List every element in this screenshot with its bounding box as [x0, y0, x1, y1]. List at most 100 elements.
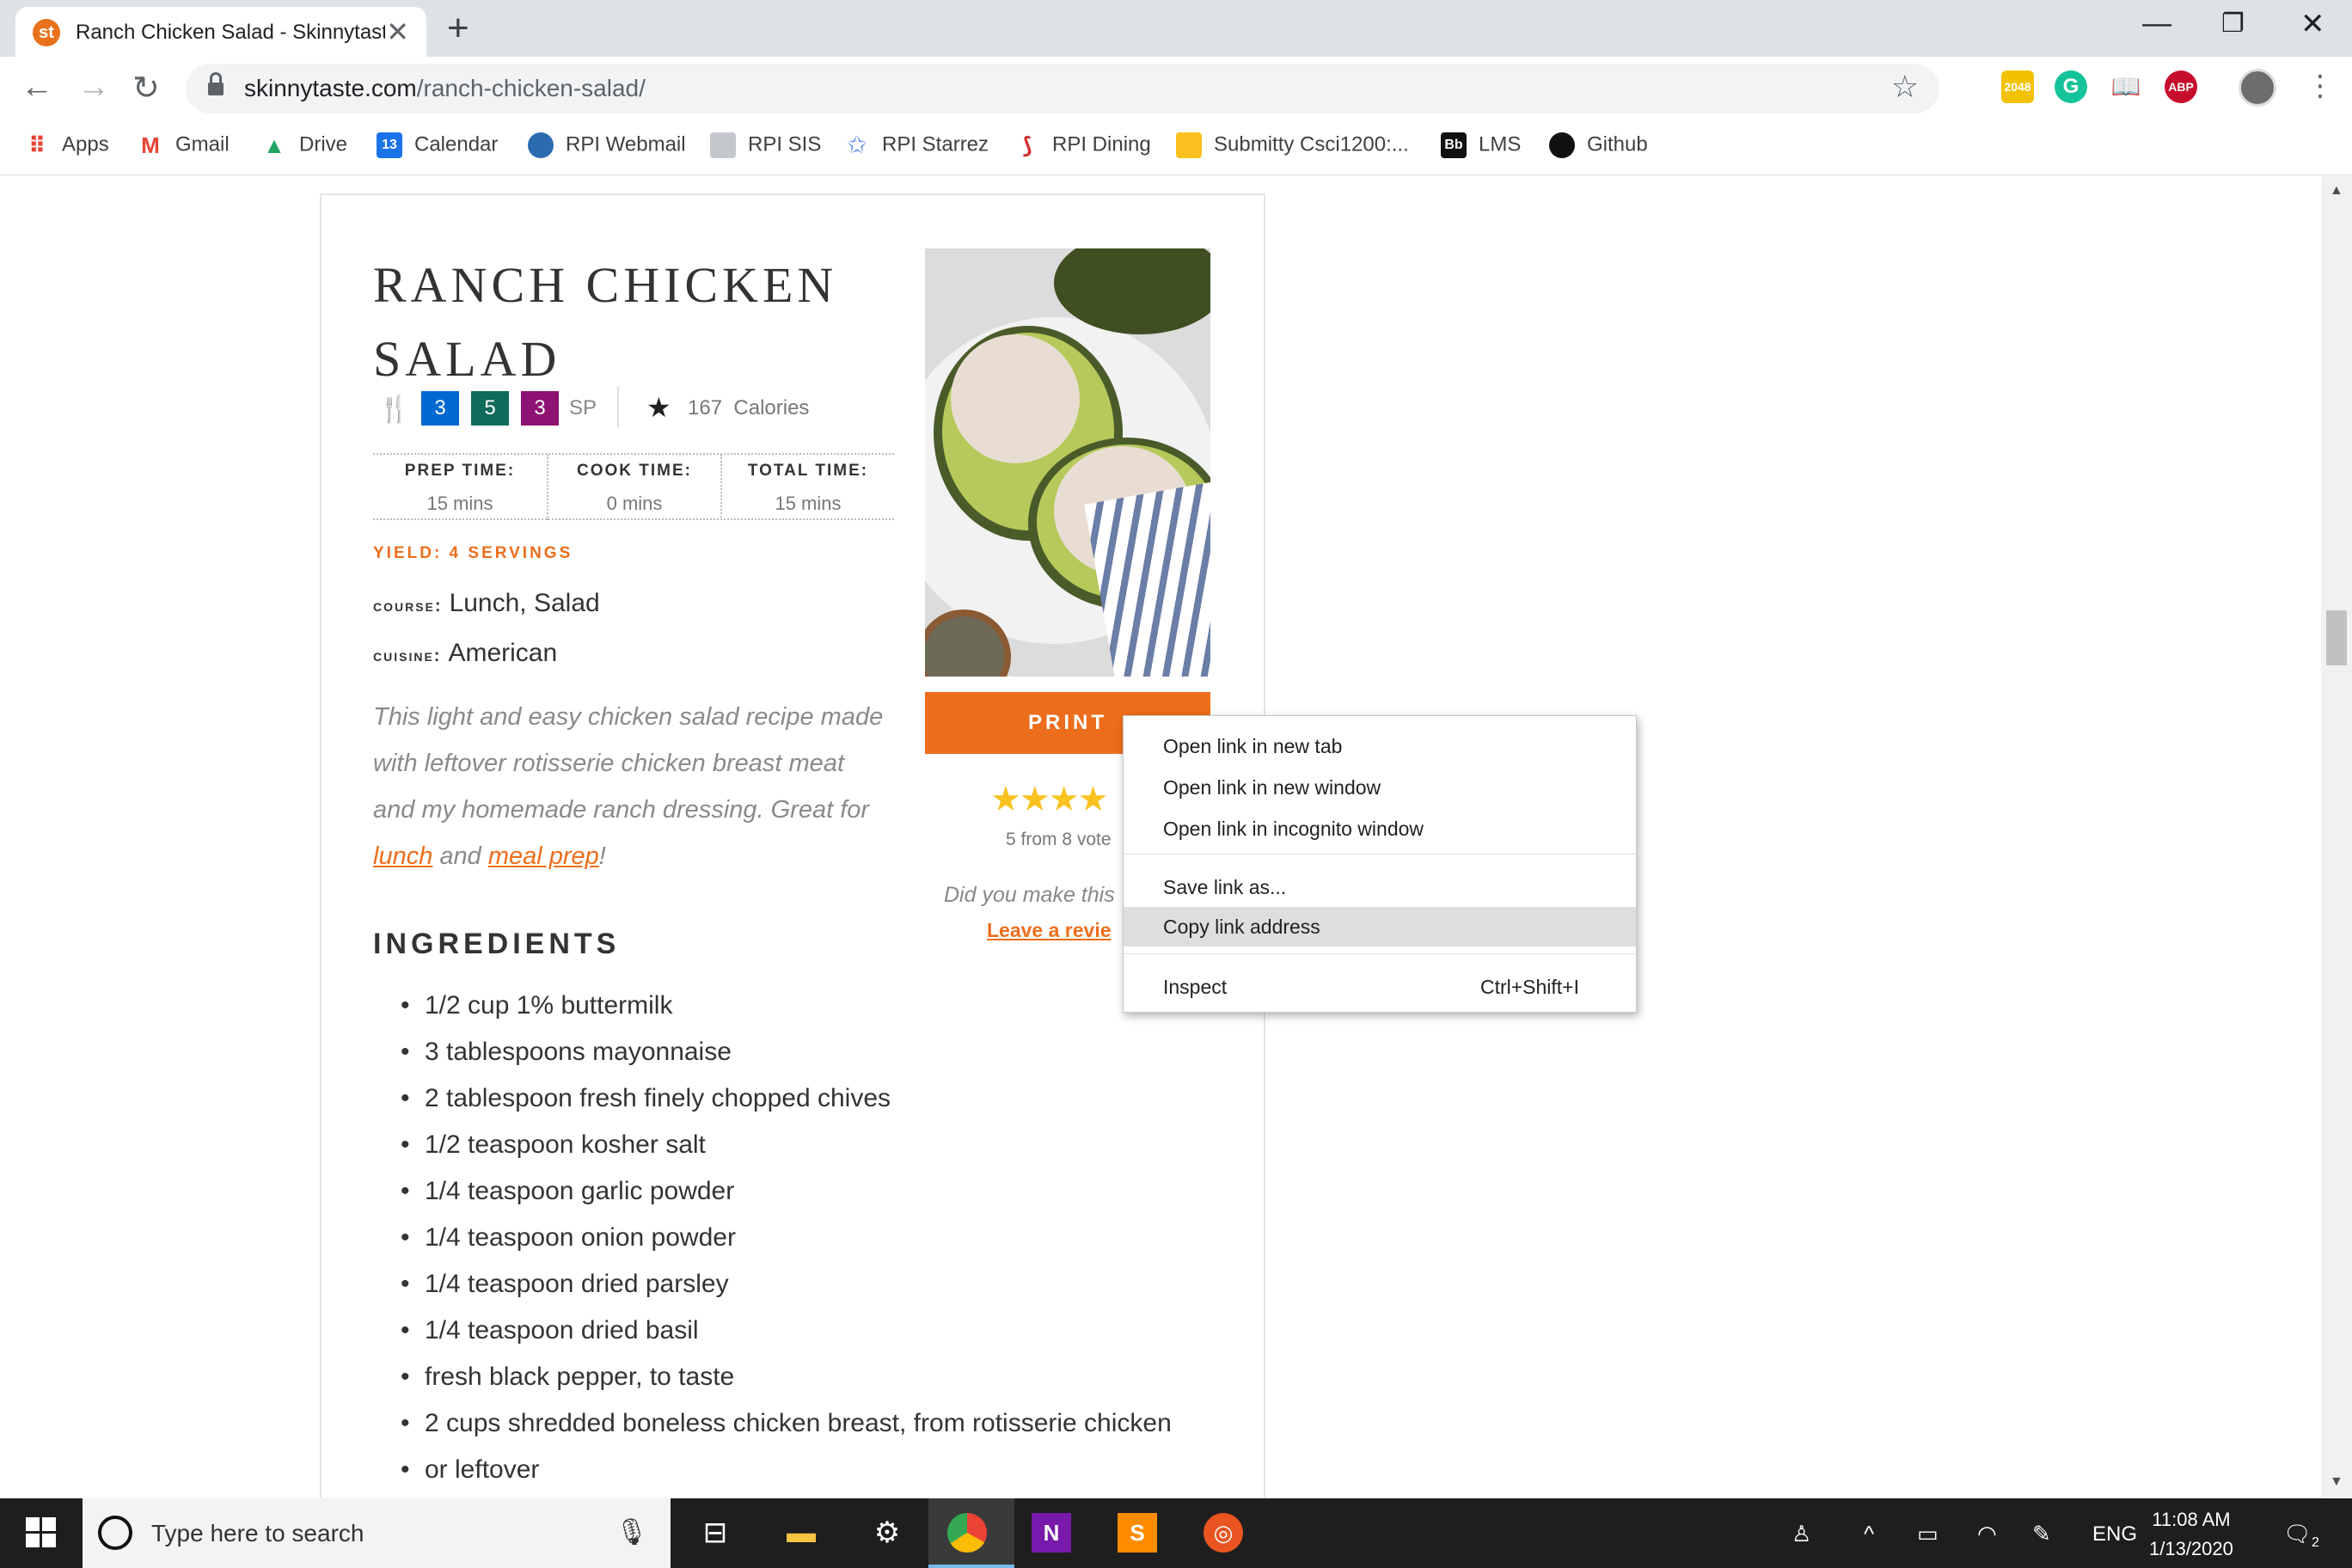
bookmark-rpi-webmail[interactable]: RPI Webmail	[528, 132, 686, 158]
menu-open-new-tab[interactable]: Open link in new tab	[1124, 726, 1636, 766]
lunch-link[interactable]: lunch	[373, 842, 432, 870]
pen-icon[interactable]: ✎	[2032, 1521, 2051, 1547]
divider	[617, 386, 619, 427]
action-center-icon[interactable]: 🗨2	[2283, 1521, 2319, 1551]
menu-inspect[interactable]: Inspect Ctrl+Shift+I	[1124, 967, 1636, 1007]
made-this-text: Did you make this	[944, 883, 1115, 907]
browser-menu-icon[interactable]: ⋮	[2306, 69, 2335, 103]
recipe-description: This light and easy chicken salad recipe…	[373, 703, 884, 870]
windows-taskbar: Type here to search 🎙 ⊟ ▬ ⚙ N S ◎ ♙ ^ ▭ …	[0, 1498, 2352, 1568]
apps-grid-icon: ⠿	[28, 132, 46, 158]
grammarly-icon[interactable]: G	[2055, 70, 2087, 103]
bookmark-submitty[interactable]: Submitty Csci1200:...	[1176, 132, 1409, 158]
bookmark-gmail[interactable]: M Gmail	[138, 132, 230, 158]
cortana-icon[interactable]	[98, 1516, 132, 1550]
ingredient-item: 1/4 teaspoon onion powder	[401, 1215, 1260, 1261]
address-bar[interactable]: skinnytaste.com/ranch-chicken-salad/ ☆	[186, 64, 1939, 113]
leave-review-link[interactable]: Leave a revie	[987, 919, 1112, 942]
back-arrow-icon[interactable]: ←	[21, 69, 53, 106]
wifi-icon[interactable]: ◠	[1977, 1521, 1997, 1547]
restore-icon[interactable]: ❐	[2221, 9, 2245, 39]
bookmark-rpi-dining[interactable]: ⟆ RPI Dining	[1014, 132, 1151, 158]
tab-strip: st Ranch Chicken Salad - Skinnytast ✕ + …	[0, 0, 2352, 57]
meal-prep-link[interactable]: meal prep	[488, 842, 599, 870]
battery-icon[interactable]: ▭	[1917, 1521, 1939, 1547]
inspect-shortcut: Ctrl+Shift+I	[1479, 976, 1579, 998]
lock-icon[interactable]	[208, 72, 224, 96]
forward-arrow-icon[interactable]: →	[77, 69, 110, 106]
points-badge-purple: 3	[521, 391, 559, 426]
submitty-icon	[1176, 132, 1202, 158]
tab-close-icon[interactable]: ✕	[386, 15, 409, 48]
microphone-icon[interactable]: 🎙	[616, 1517, 648, 1547]
bookmark-apps[interactable]: ⠿ Apps	[24, 132, 109, 158]
show-hidden-icons-chevron-icon[interactable]: ^	[1864, 1521, 1874, 1547]
menu-open-new-window[interactable]: Open link in new window	[1124, 768, 1636, 807]
prep-time: PREP TIME: 15 mins	[404, 462, 516, 514]
people-icon[interactable]: ♙	[1792, 1521, 1811, 1547]
taskbar-clock[interactable]: 11:08 AM 1/13/2020	[2149, 1505, 2233, 1564]
reload-icon[interactable]: ↻	[132, 69, 160, 107]
adblock-plus-icon[interactable]: ABP	[2165, 70, 2197, 103]
windows-start-icon[interactable]	[26, 1517, 57, 1548]
skinnytaste-favicon-icon: st	[33, 19, 60, 46]
ingredients-heading: INGREDIENTS	[373, 928, 621, 960]
menu-open-incognito[interactable]: Open link in incognito window	[1124, 809, 1636, 848]
points-label: SP	[569, 396, 597, 420]
menu-separator	[1124, 953, 1636, 954]
settings-gear-icon[interactable]: ⚙	[863, 1509, 911, 1557]
ingredients-list: 1/2 cup 1% buttermilk 3 tablespoons mayo…	[401, 983, 1260, 1493]
bookmark-drive[interactable]: ▲ Drive	[261, 132, 347, 158]
bookmark-rpi-starrez[interactable]: ✩ RPI Starrez	[844, 132, 989, 158]
bookmark-github[interactable]: Github	[1549, 132, 1648, 158]
scrollbar-thumb[interactable]	[2326, 610, 2347, 665]
sublime-text-icon[interactable]: S	[1118, 1513, 1157, 1553]
reader-mode-icon[interactable]: 📖	[2110, 70, 2142, 103]
sis-icon	[710, 132, 736, 158]
clock-date: 1/13/2020	[2149, 1538, 2233, 1559]
menu-save-link-as[interactable]: Save link as...	[1124, 867, 1636, 907]
recipe-yield: YIELD: 4 SERVINGS	[373, 544, 573, 562]
ingredient-item: 2 cups shredded boneless chicken breast,…	[401, 1400, 1260, 1447]
task-view-icon[interactable]: ⊟	[691, 1509, 739, 1557]
bookmark-rpi-sis[interactable]: RPI SIS	[710, 132, 821, 158]
ubuntu-icon[interactable]: ◎	[1204, 1513, 1243, 1553]
scroll-up-icon[interactable]: ▲	[2330, 183, 2343, 199]
url-text[interactable]: skinnytaste.com/ranch-chicken-salad/	[244, 75, 646, 102]
bookmark-lms[interactable]: Bb LMS	[1441, 132, 1521, 158]
rating-stars[interactable]: ★★★★	[990, 780, 1108, 819]
gmail-icon: M	[141, 132, 160, 158]
star-icon: ★	[646, 392, 671, 423]
onenote-icon[interactable]: N	[1032, 1513, 1071, 1553]
points-badge-blue: 3	[421, 391, 459, 426]
chrome-icon[interactable]	[947, 1513, 987, 1553]
bookmark-calendar[interactable]: 13 Calendar	[377, 132, 498, 158]
cook-time: COOK TIME: 0 mins	[547, 455, 720, 520]
total-time: TOTAL TIME: 15 mins	[720, 455, 894, 520]
new-tab-button[interactable]: +	[447, 7, 469, 50]
ingredient-item: 1/4 teaspoon dried basil	[401, 1308, 1260, 1354]
file-explorer-icon[interactable]: ▬	[777, 1509, 825, 1557]
bookmark-star-icon[interactable]: ☆	[1891, 69, 1919, 105]
notification-count: 2	[2312, 1535, 2319, 1551]
menu-copy-link-address[interactable]: Copy link address	[1124, 907, 1636, 946]
page-scrollbar[interactable]: ▲ ▼	[2321, 176, 2352, 1498]
window-close-icon[interactable]: ✕	[2300, 7, 2325, 41]
calories: 167 Calories	[688, 396, 810, 420]
points-badge-green: 5	[471, 391, 509, 426]
github-icon	[1549, 132, 1575, 158]
taskbar-search-box[interactable]: Type here to search 🎙	[83, 1498, 671, 1568]
profile-avatar[interactable]	[2239, 69, 2276, 107]
extension-2048-icon[interactable]: 2048	[2001, 70, 2034, 103]
clock-time: 11:08 AM	[2152, 1509, 2231, 1530]
ingredient-item: 2 tablespoon fresh finely chopped chives	[401, 1075, 1260, 1122]
starrez-icon: ✩	[847, 132, 867, 158]
browser-tab-active[interactable]: st Ranch Chicken Salad - Skinnytast ✕	[15, 7, 426, 57]
taskbar-search-placeholder: Type here to search	[151, 1520, 364, 1547]
scroll-down-icon[interactable]: ▼	[2330, 1474, 2343, 1490]
minimize-icon[interactable]: —	[2142, 7, 2171, 40]
recipe-photo[interactable]	[925, 248, 1210, 677]
language-indicator[interactable]: ENG	[2092, 1522, 2137, 1547]
recipe-title: RANCH CHICKEN SALAD	[373, 257, 838, 387]
calendar-icon: 13	[377, 132, 402, 158]
